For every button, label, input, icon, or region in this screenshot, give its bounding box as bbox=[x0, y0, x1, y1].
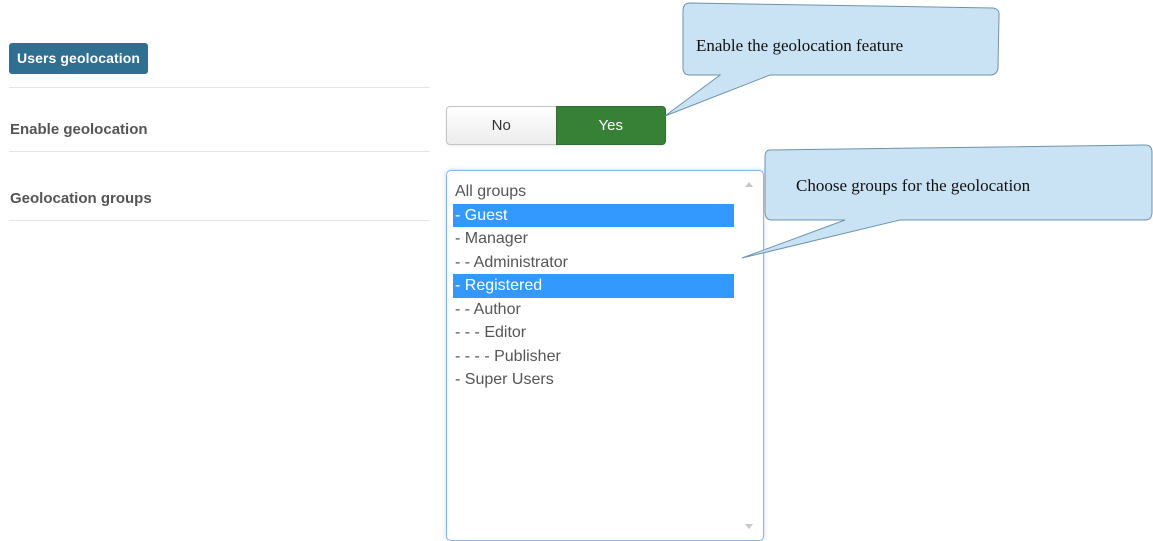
scroll-up-arrow-icon[interactable] bbox=[745, 182, 753, 187]
group-option-manager[interactable]: - Manager bbox=[453, 227, 734, 251]
callout-groups-text: Choose groups for the geolocation bbox=[796, 176, 1031, 195]
section-title-badge: Users geolocation bbox=[9, 43, 149, 74]
toggle-no-button[interactable]: No bbox=[446, 106, 556, 145]
group-option-editor[interactable]: - - - Editor bbox=[453, 321, 734, 345]
divider bbox=[9, 87, 430, 88]
geolocation-groups-listbox[interactable]: All groups - Guest - Manager - - Adminis… bbox=[446, 170, 764, 541]
geolocation-groups-label: Geolocation groups bbox=[10, 190, 152, 207]
divider bbox=[9, 220, 430, 221]
listbox-scrollbar[interactable] bbox=[736, 172, 762, 539]
divider bbox=[9, 151, 430, 152]
toggle-yes-button[interactable]: Yes bbox=[555, 106, 666, 145]
scroll-down-arrow-icon[interactable] bbox=[745, 524, 753, 529]
group-option-publisher[interactable]: - - - - Publisher bbox=[453, 345, 734, 369]
group-options-list: All groups - Guest - Manager - - Adminis… bbox=[453, 180, 734, 392]
callout-geolocation-feature-bubble bbox=[664, 2, 1000, 117]
enable-geolocation-toggle: No Yes bbox=[446, 106, 666, 145]
group-option-administrator[interactable]: - - Administrator bbox=[453, 251, 734, 275]
group-option-guest[interactable]: - Guest bbox=[453, 203, 734, 227]
group-option-author[interactable]: - - Author bbox=[453, 298, 734, 322]
callout-groups-bubble bbox=[741, 144, 1153, 259]
enable-geolocation-label: Enable geolocation bbox=[10, 121, 148, 138]
group-option-all-groups[interactable]: All groups bbox=[453, 180, 734, 204]
callout-geolocation-feature-text: Enable the geolocation feature bbox=[696, 36, 904, 55]
group-option-registered[interactable]: - Registered bbox=[453, 274, 734, 298]
group-option-super-users[interactable]: - Super Users bbox=[453, 368, 734, 392]
